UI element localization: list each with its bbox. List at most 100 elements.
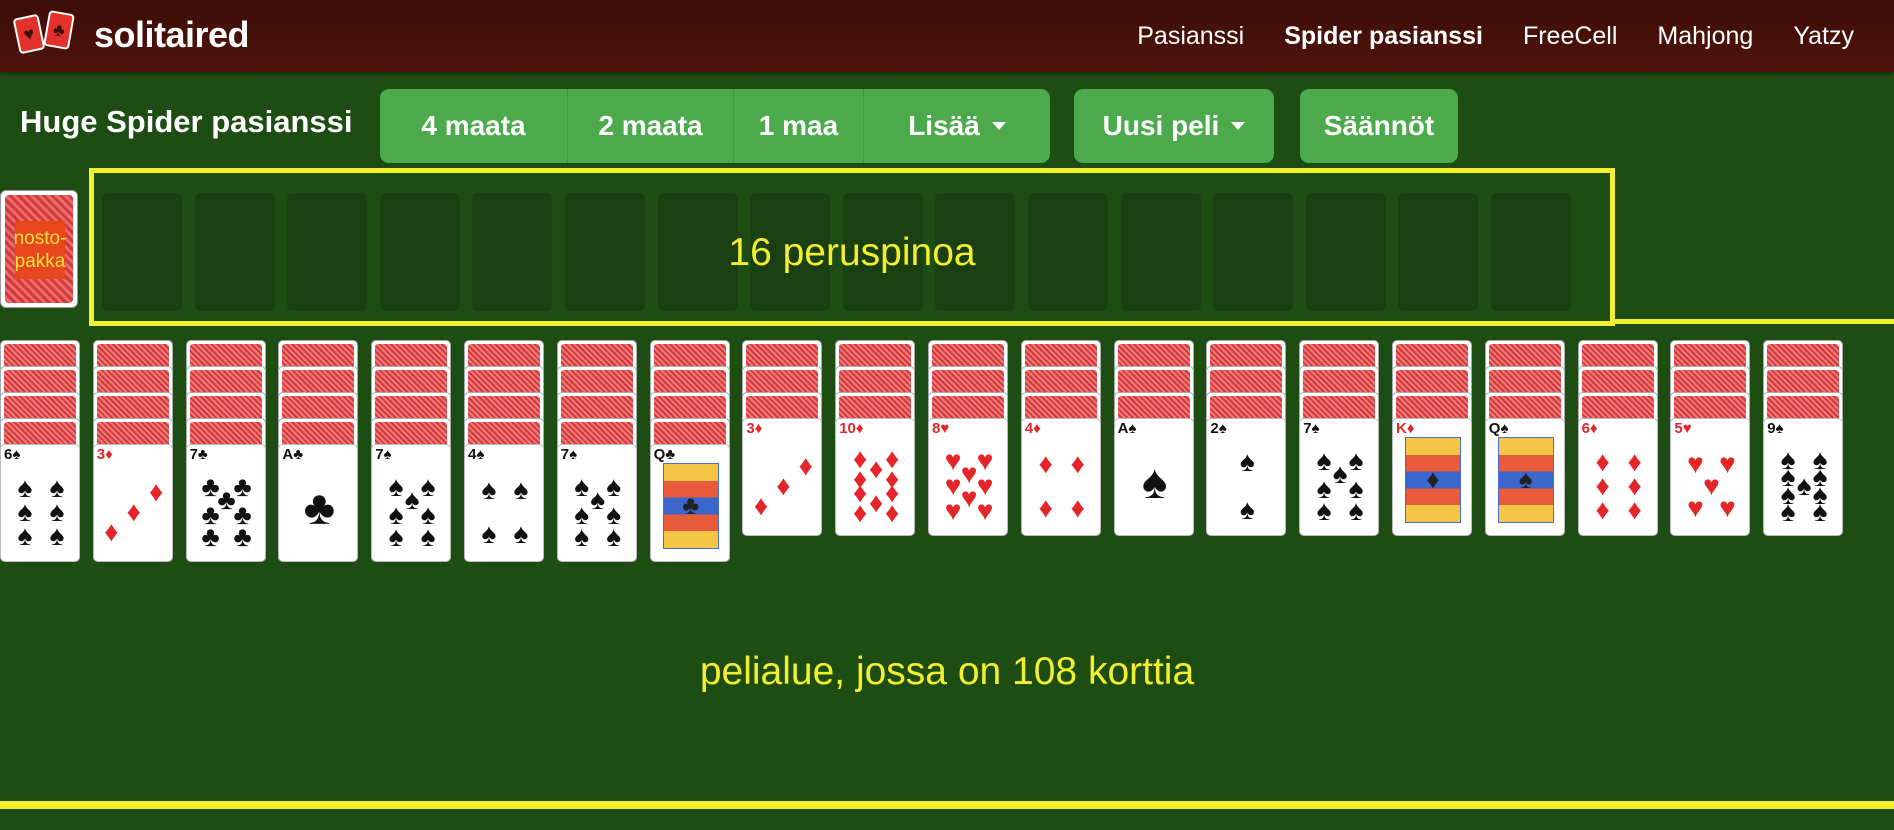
card-a-of-spades[interactable]: A♠ ♠ [1113,418,1194,536]
rules-button[interactable]: Säännöt [1300,89,1458,163]
card-index: 7♠ [1303,420,1320,437]
card-index: 7♠ [560,446,578,463]
card-7-of-spades[interactable]: 7♠ ♠ ♠ ♠ ♠ ♠ ♠ ♠ [1299,418,1380,536]
foundation-slot[interactable] [750,193,831,311]
chevron-down-icon [1231,122,1246,130]
card-q-of-spades[interactable]: Q♠ ♠ [1484,418,1565,536]
card-pips: ♠ [1115,441,1193,529]
nav-link-spider-pasianssi[interactable]: Spider pasianssi [1284,22,1483,51]
four-suits-button[interactable]: 4 maata [380,89,568,163]
card-6-of-diamonds[interactable]: 6♦ ♦ ♦ ♦ ♦ ♦ ♦ [1577,418,1658,536]
foundation-slot[interactable] [842,193,923,311]
spade-icon: ♠ [606,520,622,552]
spade-icon: ♠ [1239,446,1255,478]
new-game-button[interactable]: Uusi peli [1074,89,1274,163]
foundation-slot[interactable] [472,193,553,311]
foundation-slot[interactable] [194,193,275,311]
foundation-slot[interactable] [379,193,460,311]
card-index: 9♠ [1767,420,1784,437]
foundation-slot[interactable] [1028,193,1108,311]
spade-icon: ♠ [388,520,404,552]
two-suits-button[interactable]: 2 maata [568,89,734,163]
foundation-slot[interactable] [565,193,645,311]
card-pips: ♠ ♠ ♠ ♠ [465,467,543,555]
card-10-of-diamonds[interactable]: 10♦ ♦ ♦ ♦ ♦ ♦ ♦ ♦ ♦ ♦ ♦ [835,418,916,536]
card-2-of-spades[interactable]: 2♠ ♠ ♠ [1206,418,1287,536]
card-4-of-spades[interactable]: 4♠ ♠ ♠ ♠ ♠ [464,444,544,562]
spade-icon: ♠ [1141,455,1168,509]
card-pips: ♠ ♠ ♠ ♠ ♠ ♠ ♠ [372,467,450,555]
stock-label: nosto- pakka [13,228,67,272]
card-index: A♣ [282,446,304,463]
rules-label: Säännöt [1323,110,1435,141]
nav-link-freecell[interactable]: FreeCell [1523,22,1617,51]
card-index: 10♦ [839,420,864,437]
top-bar: ♥ ♣ solitaired Pasianssi Spider pasianssi… [0,0,1894,72]
nav-link-yatzy[interactable]: Yatzy [1793,22,1854,51]
diamond-icon: ♦ [798,450,813,482]
spade-icon: ♠ [1348,494,1364,526]
card-pips: ♦ ♦ ♦ ♦ ♦ ♦ [1579,441,1657,529]
card-pips: ♥ ♥ ♥ ♥ ♥ ♥ ♥ ♥ [929,441,1007,529]
card-a-of-clubs[interactable]: A♣ ♣ [278,444,359,562]
card-q-of-clubs[interactable]: Q♣ ♣ [649,444,730,562]
stock-pile[interactable]: nosto- pakka [0,190,78,308]
card-7-of-spades[interactable]: 7♠ ♠ ♠ ♠ ♠ ♠ ♠ ♠ [556,444,637,562]
card-8-of-hearts[interactable]: 8♥ ♥ ♥ ♥ ♥ ♥ ♥ ♥ ♥ [928,418,1008,536]
diamond-icon: ♦ [1627,493,1642,525]
card-index: 4♠ [468,446,485,463]
diamond-icon: ♦ [1038,491,1053,523]
foundation-slot[interactable] [657,193,738,311]
card-pips: ♠ ♠ [1207,441,1285,529]
card-7-of-spades[interactable]: 7♠ ♠ ♠ ♠ ♠ ♠ ♠ ♠ [371,444,452,562]
heart-icon: ♥ [976,494,994,526]
card-k-of-diamonds[interactable]: K♦ ♦ [1392,418,1472,536]
spade-icon: ♠ [574,520,590,552]
tableau: 6♠ ♠ ♠ ♠ ♠ ♠ ♠ 3♦ ♦ ♦ ♦ 7♣ ♣ ♣ ♣ ♣ ♣ ♣ ♣ A♣ ♣ 7♠ ♠ ♠ ♠ ♠ ♠ ♠ ♠ 4♠ ♠ ♠ ♠ ♠… [0,340,1894,600]
card-index: 8♥ [932,420,950,437]
card-pips: ♦ ♦ ♦ [743,441,821,529]
card-index: Q♠ [1488,420,1509,437]
card-9-of-spades[interactable]: 9♠ ♠ ♠ ♠ ♠ ♠ ♠ ♠ ♠ ♠ [1763,418,1844,536]
nav-link-mahjong[interactable]: Mahjong [1657,22,1753,51]
foundation-slot[interactable] [1305,193,1386,311]
spade-icon: ♠ [420,520,436,552]
more-dropdown-button[interactable]: Lisää [864,89,1050,163]
card-3-of-diamonds[interactable]: 3♦ ♦ ♦ ♦ [92,444,173,562]
nav-link-pasianssi[interactable]: Pasianssi [1137,22,1244,51]
card-index: 3♦ [746,420,763,437]
new-game-group: Uusi peli [1074,89,1274,163]
logo-club-card-icon: ♣ [43,10,75,50]
face-card-art: ♣ [662,463,719,549]
new-game-label: Uusi peli [1102,110,1220,141]
card-pips: ♣ ♣ ♣ ♣ ♣ ♣ ♣ [187,467,265,555]
card-7-of-clubs[interactable]: 7♣ ♣ ♣ ♣ ♣ ♣ ♣ ♣ [185,444,266,562]
card-index: 2♠ [1210,420,1227,437]
foundation-slot[interactable] [287,193,368,311]
diamond-icon: ♦ [853,497,868,529]
heart-icon: ♥ [1687,491,1704,523]
diamond-icon: ♦ [1070,491,1085,523]
card-4-of-diamonds[interactable]: 4♦ ♦ ♦ ♦ ♦ [1020,418,1101,536]
foundation-slot[interactable] [1398,193,1479,311]
one-suit-button[interactable]: 1 maa [734,89,864,163]
face-card-suit-icon: ♣ [682,490,700,520]
card-pips: ♥ ♥ ♥ ♥ ♥ [1671,441,1749,529]
foundation-slot[interactable] [102,193,182,311]
spade-icon: ♠ [17,519,33,551]
card-5-of-hearts[interactable]: 5♥ ♥ ♥ ♥ ♥ ♥ [1670,418,1751,536]
face-card-suit-icon: ♠ [1518,464,1533,494]
club-icon: ♣ [201,520,220,552]
card-index: 5♥ [1674,420,1692,437]
foundation-slot[interactable] [1213,193,1294,311]
suit-selector: 4 maata 2 maata 1 maa Lisää [380,89,1050,163]
face-card-art: ♦ [1405,437,1461,523]
foundation-slot[interactable] [935,193,1016,311]
card-3-of-diamonds[interactable]: 3♦ ♦ ♦ ♦ [742,418,823,536]
card-index: 7♣ [189,446,208,463]
card-6-of-spades[interactable]: 6♠ ♠ ♠ ♠ ♠ ♠ ♠ [0,444,80,562]
foundation-slot[interactable] [1491,193,1571,311]
foundation-slot[interactable] [1120,193,1201,311]
annotation-line-bottom [0,801,1894,809]
spade-icon: ♠ [481,474,497,506]
